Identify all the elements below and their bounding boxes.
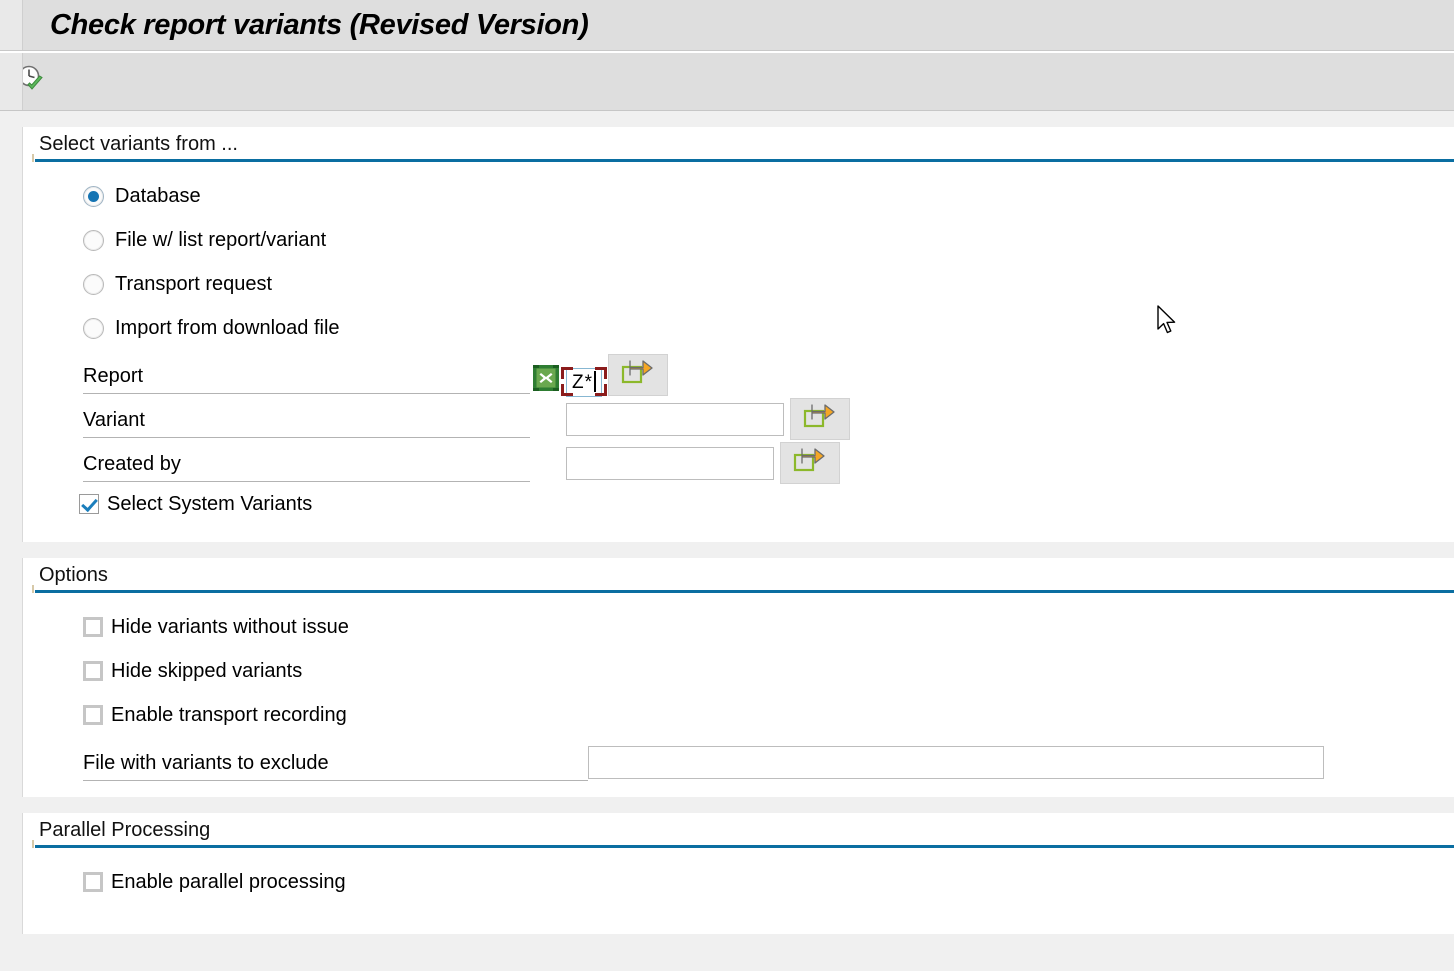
panel-gap-1 — [0, 542, 1454, 558]
green-x-multiselect-icon[interactable] — [532, 364, 560, 392]
radio-label-file-list: File w/ list report/variant — [115, 228, 327, 251]
report-multiple-selection-button[interactable] — [608, 354, 668, 396]
checkbox-icon-select-system-variants[interactable] — [79, 494, 99, 514]
focus-corner-top-right — [595, 367, 607, 379]
checkbox-row-hide-skipped-variants[interactable]: Hide skipped variants — [23, 649, 1454, 693]
radio-option-import-download[interactable]: Import from download file — [23, 306, 1454, 350]
radio-option-file-list[interactable]: File w/ list report/variant — [23, 218, 1454, 262]
checkbox-icon-hide-variants-without-issue[interactable] — [83, 617, 103, 637]
panel-select-variants: Select variants from ... Database File w… — [22, 127, 1454, 542]
field-row-created-by: Created by — [23, 438, 1454, 484]
radio-icon-transport-request[interactable] — [83, 273, 104, 295]
radio-label-import-download: Import from download file — [115, 316, 340, 339]
checkbox-row-select-system-variants[interactable]: Select System Variants — [23, 482, 1454, 526]
field-row-file-with-variants-to-exclude: File with variants to exclude — [23, 737, 1454, 781]
window-title-bar: Check report variants (Revised Version) — [0, 0, 1454, 51]
field-label-variant: Variant — [83, 405, 530, 438]
multiple-selection-arrow-icon — [803, 402, 837, 436]
radio-label-database: Database — [115, 184, 201, 207]
report-input-focus-wrapper: Z* — [561, 367, 607, 397]
checkbox-label-enable-parallel-processing: Enable parallel processing — [111, 870, 346, 893]
radio-option-transport-request[interactable]: Transport request — [23, 262, 1454, 306]
field-label-created-by: Created by — [83, 449, 530, 482]
variant-multiple-selection-button[interactable] — [790, 398, 850, 440]
report-input-value: Z* — [572, 372, 593, 393]
field-row-report: Report Z* — [23, 350, 1454, 397]
checkbox-icon-enable-parallel-processing[interactable] — [83, 872, 103, 892]
file-with-variants-to-exclude-input[interactable] — [588, 746, 1324, 779]
panel-body-select-variants: Database File w/ list report/variant Tra… — [23, 162, 1454, 542]
checkbox-row-enable-parallel-processing[interactable]: Enable parallel processing — [23, 860, 1454, 904]
checkbox-icon-hide-skipped-variants[interactable] — [83, 661, 103, 681]
focus-corner-top-left — [561, 367, 573, 379]
checkbox-label-enable-transport-recording: Enable transport recording — [111, 703, 347, 726]
execute-check-button[interactable] — [10, 62, 52, 102]
radio-icon-database[interactable] — [83, 185, 104, 207]
page-title: Check report variants (Revised Version) — [50, 8, 589, 41]
panel-body-options: Hide variants without issue Hide skipped… — [23, 593, 1454, 797]
checkbox-icon-enable-transport-recording[interactable] — [83, 705, 103, 725]
section-rule — [32, 840, 1454, 848]
field-label-report: Report — [83, 361, 530, 394]
variant-input[interactable] — [566, 403, 784, 436]
application-toolbar — [0, 51, 1454, 111]
panel-parallel-processing: Parallel Processing Enable parallel proc… — [22, 813, 1454, 934]
checkbox-label-hide-skipped-variants: Hide skipped variants — [111, 659, 303, 682]
clock-check-icon — [15, 63, 47, 101]
radio-icon-file-list[interactable] — [83, 229, 104, 251]
panel-body-parallel-processing: Enable parallel processing — [23, 848, 1454, 934]
section-header-parallel-processing: Parallel Processing — [39, 819, 211, 841]
panel-options: Options Hide variants without issue Hide… — [22, 558, 1454, 797]
section-header-select-variants: Select variants from ... — [39, 133, 238, 155]
field-row-variant: Variant — [23, 394, 1454, 440]
radio-option-database[interactable]: Database — [23, 174, 1454, 218]
checkbox-row-hide-variants-without-issue[interactable]: Hide variants without issue — [23, 605, 1454, 649]
multiple-selection-arrow-icon — [621, 358, 655, 392]
created-by-input[interactable] — [566, 447, 774, 480]
radio-icon-import-download[interactable] — [83, 317, 104, 339]
section-rule — [32, 154, 1454, 162]
section-header-options: Options — [39, 564, 108, 586]
checkbox-row-enable-transport-recording[interactable]: Enable transport recording — [23, 693, 1454, 737]
radio-label-transport-request: Transport request — [115, 272, 273, 295]
toolbar-separator-strip — [0, 111, 1454, 127]
section-rule — [32, 585, 1454, 593]
checkbox-label-select-system-variants: Select System Variants — [107, 492, 313, 515]
multiple-selection-arrow-icon — [793, 446, 827, 480]
panel-gap-2 — [0, 797, 1454, 813]
checkbox-label-hide-variants-without-issue: Hide variants without issue — [111, 615, 349, 638]
field-label-file-with-variants-to-exclude: File with variants to exclude — [83, 748, 588, 781]
created-by-multiple-selection-button[interactable] — [780, 442, 840, 484]
